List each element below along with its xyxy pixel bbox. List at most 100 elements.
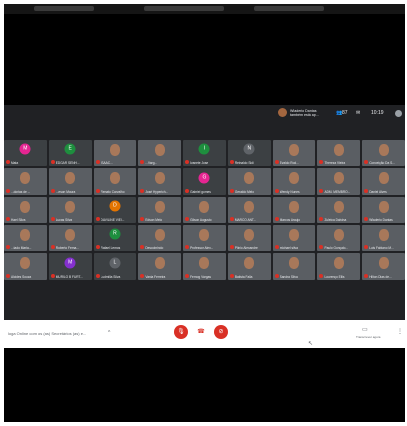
participant-tile[interactable]: Hael Silva: [4, 196, 47, 223]
participant-tile[interactable]: ADM. MEMBRO...: [317, 168, 361, 195]
participant-name: Marcos Araujo: [279, 218, 301, 222]
participant-name: Conceição Da S...: [369, 161, 395, 166]
participant-video: [154, 229, 165, 241]
participant-tile[interactable]: José Hyperich...: [138, 168, 182, 195]
muted-mic-icon: [6, 188, 10, 193]
muted-mic-icon: [274, 273, 279, 278]
meet-window: Wladerio Dantas também está ap... 👥 87 ✉…: [4, 105, 405, 348]
mic-off-button[interactable]: 🎙: [174, 325, 188, 339]
participant-tile[interactable]: Hilton Dias de...: [362, 253, 405, 280]
self-avatar[interactable]: [395, 110, 402, 117]
participant-name: Vania Ferreira: [145, 274, 166, 279]
chat-icon[interactable]: ✉: [356, 110, 360, 116]
muted-mic-icon: [50, 273, 55, 278]
participant-video: [244, 257, 255, 270]
participant-tile[interactable]: Batista Falla: [227, 253, 271, 280]
participant-tile[interactable]: Lucas Silva: [48, 196, 92, 223]
participant-tile[interactable]: Renato Carvalho: [93, 168, 137, 195]
muted-mic-icon: [229, 160, 234, 165]
participant-tile[interactable]: M MURILO B FURT...: [48, 253, 92, 280]
participant-video: [154, 172, 165, 185]
participant-tile[interactable]: Roberto Ferna...: [48, 225, 92, 252]
muted-mic-icon: [364, 160, 369, 165]
participant-name: Ludmilla Silva: [100, 274, 121, 279]
chevron-up-icon[interactable]: ^: [108, 330, 110, 336]
participant-initial-avatar: M: [19, 143, 31, 155]
speaker-avatar: [278, 108, 287, 117]
participant-name: ...dorias de ...: [11, 189, 31, 194]
participant-tile[interactable]: Luis Fabiano M...: [362, 225, 405, 252]
participant-video: [378, 200, 389, 213]
participant-tile[interactable]: Descobrindo: [138, 225, 182, 252]
participant-tile[interactable]: Thereza Vieira: [317, 140, 361, 167]
participant-tile[interactable]: Conceição Da S...: [362, 140, 405, 167]
participant-tile[interactable]: Daniel Alves: [362, 168, 405, 195]
participant-name: ADM. MEMBRO...: [324, 189, 351, 194]
participant-tile[interactable]: ...tado Maria...: [4, 225, 47, 252]
camera-off-button[interactable]: ⊘: [214, 325, 228, 339]
participant-tile[interactable]: I Ivanete Jose: [183, 140, 226, 167]
participant-tile[interactable]: D DAVILINE VIEI...: [93, 196, 137, 223]
participant-tile[interactable]: Geraldo Melo: [227, 168, 271, 195]
participant-tile[interactable]: G Gabriel gomes: [183, 168, 226, 195]
participant-tile[interactable]: Professor Alex...: [183, 225, 226, 252]
participant-video: [20, 229, 31, 241]
captions-label[interactable]: Transcrever agora: [356, 335, 380, 339]
participant-tile[interactable]: N Reinaldo Sidi: [227, 140, 271, 167]
meeting-title[interactable]: loga Online com os (as) Secretários (as)…: [8, 331, 86, 336]
participant-tile[interactable]: MARCO ANT...: [227, 196, 271, 223]
participant-video: [20, 172, 31, 185]
participant-tile[interactable]: michael silva: [272, 225, 316, 252]
participant-name: Professor Alex...: [190, 246, 214, 251]
participant-tile[interactable]: Vania Ferreira: [138, 253, 182, 280]
muted-mic-icon: [50, 217, 55, 221]
participant-tile[interactable]: L Ludmilla Silva: [93, 253, 137, 280]
participant-initial-avatar: E: [64, 143, 76, 155]
participant-name: ...tado Maria...: [11, 246, 32, 251]
participant-tile[interactable]: Alcides Souza: [4, 253, 47, 280]
participant-tile[interactable]: E EDGAR SENH...: [48, 140, 92, 167]
participant-tile[interactable]: Wendy Nunes: [272, 168, 316, 195]
participant-tile[interactable]: Gilson Augusto: [183, 196, 226, 223]
participant-video: [20, 200, 31, 213]
participant-initial-avatar: I: [198, 143, 210, 155]
participant-tile[interactable]: Edson Melo: [138, 196, 182, 223]
participant-tile[interactable]: Paulo Gonçalo...: [317, 225, 361, 252]
muted-mic-icon: [95, 245, 100, 250]
participant-tile[interactable]: ISAAC...: [93, 140, 137, 167]
participant-video: [199, 257, 210, 270]
participant-video: [154, 257, 165, 270]
participant-video: [378, 229, 389, 241]
end-call-button[interactable]: ☎: [194, 325, 208, 339]
participant-tile[interactable]: Evaldo Rod...: [272, 140, 316, 167]
participant-tile[interactable]: ...eson Moura: [48, 168, 92, 195]
muted-mic-icon: [229, 217, 234, 221]
participant-tile[interactable]: Zuleica Dalvina: [317, 196, 361, 223]
muted-mic-icon: [364, 245, 369, 250]
participant-video: [289, 257, 300, 270]
muted-mic-icon: [185, 188, 190, 193]
participant-tile[interactable]: Plinio Alexandre: [227, 225, 271, 252]
participant-video: [378, 257, 389, 270]
captions-icon[interactable]: ▭: [362, 326, 368, 333]
participant-video: [333, 200, 344, 213]
participant-video: [199, 229, 210, 241]
participant-video: [154, 144, 165, 156]
participant-name: ISAAC...: [100, 161, 113, 166]
more-options-icon[interactable]: ⋮: [397, 328, 403, 335]
mouse-cursor-icon: ↖: [308, 341, 314, 347]
participant-tile[interactable]: Wladerio Dantas: [362, 196, 405, 223]
participant-name: Luis Fabiano M...: [369, 246, 394, 251]
participant-name: Mata: [11, 161, 19, 166]
participant-tile[interactable]: Marcos Araujo: [272, 196, 316, 223]
participant-tile[interactable]: Sandra Silva: [272, 253, 316, 280]
blurred-top-strip: [4, 4, 405, 14]
participant-tile[interactable]: ...Varg...: [138, 140, 182, 167]
participant-name: Lucas Silva: [55, 218, 73, 222]
participant-tile[interactable]: M Mata: [4, 140, 47, 167]
participant-tile[interactable]: Lourenço Ellis: [317, 253, 361, 280]
participant-tile[interactable]: Fernog Vargas: [183, 253, 226, 280]
participant-name: Wladerio Dantas: [369, 218, 393, 222]
participant-tile[interactable]: ...dorias de ...: [4, 168, 47, 195]
participant-tile[interactable]: R Rafael Lemos: [93, 225, 137, 252]
